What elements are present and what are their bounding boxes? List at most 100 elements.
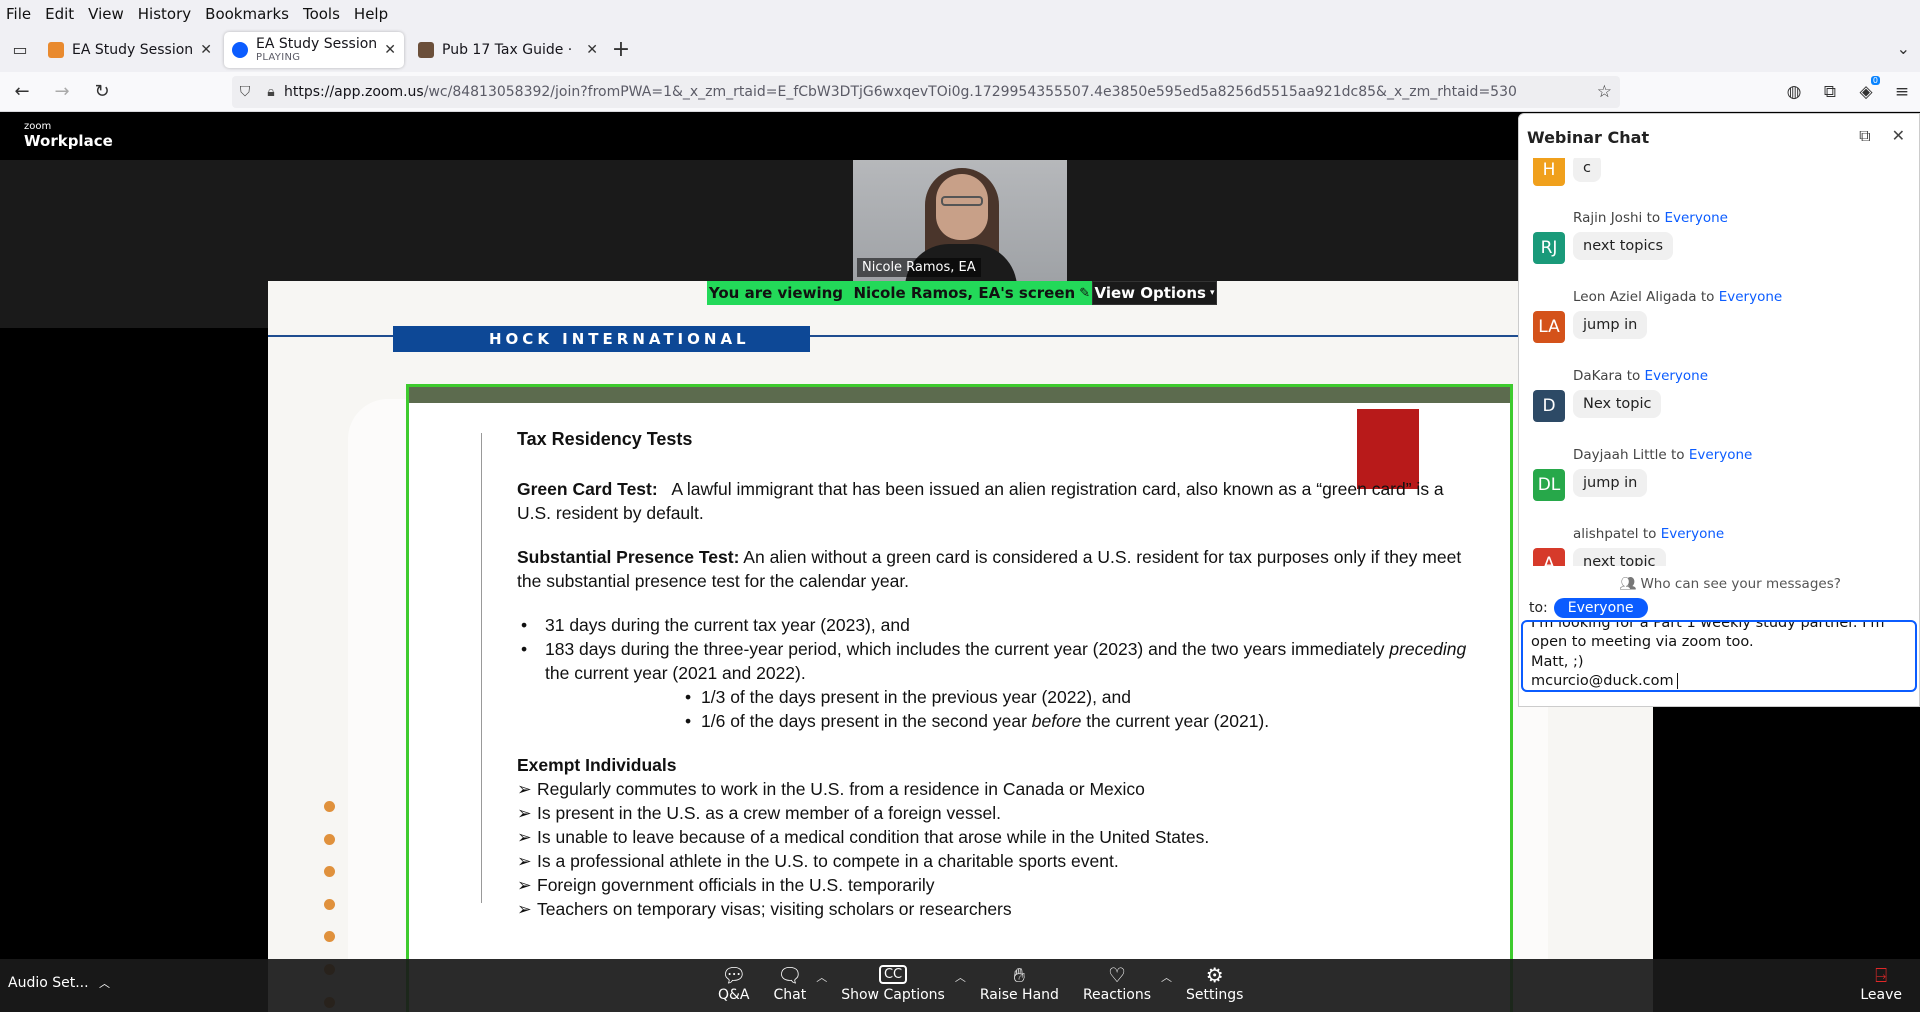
bullet-183-days: 183 days during the three-year period, w… — [517, 637, 1477, 685]
new-tab-icon[interactable]: + — [606, 37, 636, 62]
leave-button[interactable]: ⍈ Leave — [1860, 963, 1902, 1003]
menu-view[interactable]: View — [88, 5, 124, 23]
who-can-see-link[interactable]: 👥︎ Who can see your messages? — [1619, 576, 1841, 592]
tab-ea-study-sessions[interactable]: EA Study Sessions – HOC ✕ — [40, 32, 220, 68]
extensions-puzzle-icon[interactable]: ⧉ — [1812, 82, 1848, 102]
view-options-button[interactable]: View Options ▾ — [1092, 281, 1217, 305]
hamburger-menu-icon[interactable]: ≡ — [1884, 82, 1920, 102]
menu-history[interactable]: History — [138, 5, 191, 23]
recipient-row: to: Everyone — [1529, 598, 1648, 618]
captions-label: Show Captions — [841, 987, 945, 1003]
settings-button[interactable]: ⚙ Settings — [1186, 963, 1243, 1003]
chevron-down-icon: ▾ — [1209, 288, 1215, 298]
close-icon[interactable]: ✕ — [1892, 126, 1905, 145]
exempt-item: Teachers on temporary visas; visiting sc… — [517, 897, 1477, 921]
qa-icon: 💬︎ — [721, 963, 747, 987]
avatar: RJ — [1533, 232, 1565, 264]
to-word: to — [1642, 526, 1657, 542]
margin-line — [481, 433, 482, 903]
viewing-banner: You are viewing Nicole Ramos, EA's scree… — [707, 281, 1217, 305]
green-card-paragraph: Green Card Test: A lawful immigrant that… — [517, 477, 1477, 525]
menu-tools[interactable]: Tools — [303, 5, 340, 23]
chat-message-list[interactable]: H c Rajin Joshi to Everyone RJ next topi… — [1519, 158, 1919, 566]
reactions-button[interactable]: ♡ Reactions — [1083, 963, 1151, 1003]
shield-icon[interactable]: ⛉ — [232, 84, 258, 100]
bookmark-star-icon[interactable]: ☆ — [1597, 82, 1612, 102]
avatar: LA — [1533, 311, 1565, 343]
close-tab-icon[interactable]: ✕ — [586, 42, 598, 58]
message-sender: Dayjaah Little to Everyone — [1573, 447, 1752, 463]
bullet-text: 183 days during the three-year period, w… — [545, 639, 1390, 659]
exempt-title: Exempt Individuals — [517, 755, 677, 775]
lock-icon[interactable]: 🔒︎ — [258, 84, 284, 100]
gear-icon: ⚙ — [1205, 963, 1224, 987]
video-glasses — [941, 196, 983, 206]
extension-ghost-icon[interactable]: ◍ — [1776, 82, 1812, 102]
show-captions-button[interactable]: CC Show Captions — [841, 963, 945, 1003]
chevron-up-icon[interactable]: ︿ — [955, 969, 966, 1003]
close-tab-icon[interactable]: ✕ — [384, 42, 396, 58]
chat-message-input[interactable]: I'm looking for a Part 1 weekly study pa… — [1521, 620, 1917, 692]
tab-ea-study-session[interactable]: EA Study Session PLAYING ✕ — [224, 31, 404, 68]
close-tab-icon[interactable]: ✕ — [200, 42, 212, 58]
bullet-text: 1/6 of the days present in the second ye… — [701, 711, 1032, 731]
chat-title: Webinar Chat — [1527, 128, 1650, 147]
back-icon[interactable]: ← — [4, 76, 40, 108]
to-word: to — [1626, 368, 1641, 384]
presenter-video[interactable]: Nicole Ramos, EA — [853, 160, 1067, 281]
document-title: Tax Residency Tests — [517, 429, 693, 449]
recipient-label: Everyone — [1664, 210, 1728, 226]
chevron-up-icon[interactable]: ︿ — [816, 969, 827, 1003]
url-bar[interactable]: ⛉ 🔒︎ https://app.zoom.us/wc/84813058392/… — [232, 76, 1620, 108]
book-favicon-icon — [418, 41, 434, 58]
chevron-down-icon[interactable]: ⌄ — [1897, 39, 1910, 58]
chat-button[interactable]: 🗨︎ Chat — [774, 963, 807, 1003]
compose-email: mcurcio@duck.com — [1531, 673, 1674, 690]
recipient-label: Everyone — [1718, 289, 1783, 305]
green-card-label: Green Card Test: — [517, 479, 658, 499]
audio-settings-label: Audio Set... — [8, 975, 89, 991]
tab-title: EA Study Sessions – HOC — [72, 41, 193, 58]
logo-small-text: zoom — [24, 121, 52, 132]
pop-out-icon[interactable]: ⧉ — [1859, 126, 1870, 145]
avatar: H — [1533, 158, 1565, 186]
bullet-text: the current year (2021 and 2022). — [545, 663, 806, 683]
audio-settings-button[interactable]: Audio Set... ︿ — [8, 975, 110, 991]
chevron-up-icon[interactable]: ︿ — [99, 977, 110, 990]
bullet-emphasis: preceding — [1389, 639, 1467, 659]
url-path: /wc/84813058392/join?fromPWA=1&_x_zm_rta… — [423, 84, 1517, 100]
presenter-name-label: Nicole Ramos, EA — [857, 258, 981, 277]
url-text[interactable]: https://app.zoom.us/wc/84813058392/join?… — [284, 84, 1517, 100]
sender-name: Rajin Joshi — [1573, 210, 1643, 226]
exempt-item: Foreign government officials in the U.S.… — [517, 873, 1477, 897]
hock-favicon-icon — [48, 41, 64, 58]
chat-icon: 🗨︎ — [777, 963, 803, 987]
tab-pub17-tax-guide[interactable]: Pub 17 Tax Guide · EA No ✕ — [410, 32, 606, 68]
message-bubble: Nex topic — [1573, 390, 1662, 418]
pencil-icon: ✎ — [1079, 285, 1091, 301]
url-host: https://app.zoom.us — [284, 84, 424, 100]
chevron-up-icon[interactable]: ︿ — [1161, 969, 1172, 1003]
compose-line: mcurcio@duck.com — [1531, 672, 1907, 690]
tab-title: Pub 17 Tax Guide · EA No — [442, 41, 578, 58]
menu-help[interactable]: Help — [354, 5, 388, 23]
message-bubble: c — [1573, 158, 1601, 182]
recipient-dropdown[interactable]: Everyone — [1553, 598, 1648, 618]
tab-overview-icon[interactable]: ▭ — [0, 27, 40, 72]
raise-hand-label: Raise Hand — [979, 987, 1059, 1003]
recipient-label: Everyone — [1660, 526, 1725, 542]
menu-bookmarks[interactable]: Bookmarks — [205, 5, 289, 23]
recipient-label: Everyone — [1688, 447, 1753, 463]
viewing-screen-label: You are viewing Nicole Ramos, EA's scree… — [707, 281, 1092, 305]
shared-screen: HOCK INTERNATIONAL Tax Residency Tests G… — [268, 281, 1653, 1012]
extension-shield-icon[interactable]: ◈ 0 — [1848, 76, 1884, 102]
menu-file[interactable]: File — [6, 5, 31, 23]
reload-icon[interactable]: ↻ — [84, 76, 120, 108]
cc-icon: CC — [841, 963, 945, 987]
menu-edit[interactable]: Edit — [45, 5, 74, 23]
exempt-item: Is unable to leave because of a medical … — [517, 825, 1477, 849]
qa-button[interactable]: 💬︎ Q&A — [718, 963, 750, 1003]
raise-hand-button[interactable]: ✋︎ Raise Hand — [980, 963, 1059, 1003]
forward-icon[interactable]: → — [44, 76, 80, 108]
presence-bullets: 31 days during the current tax year (202… — [517, 613, 1477, 685]
